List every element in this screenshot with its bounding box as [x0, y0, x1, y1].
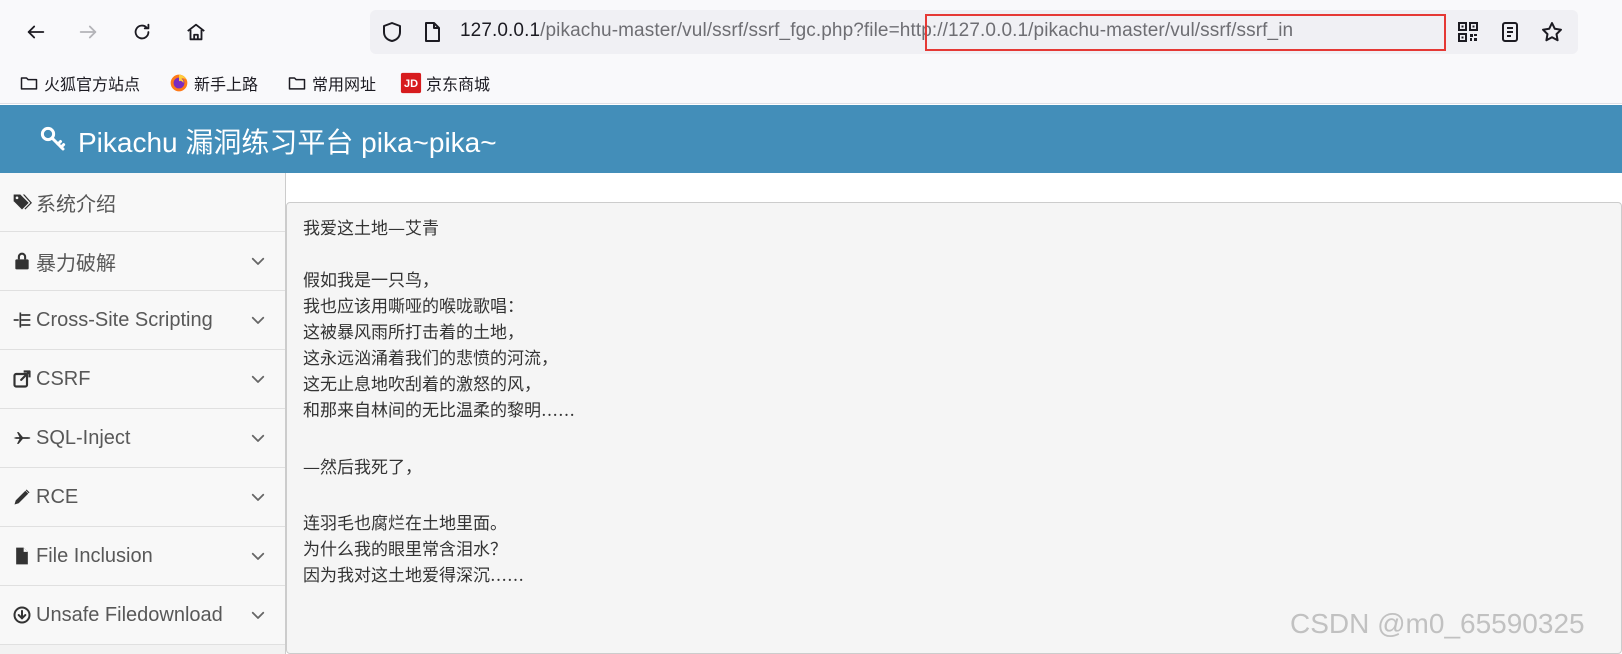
forward-icon[interactable]	[70, 14, 106, 50]
poem-line: 因为我对这土地爱得深沉……	[303, 566, 524, 586]
bookmark-label: 新手上路	[194, 75, 259, 94]
sidebar-item-rce[interactable]: RCE	[0, 468, 285, 527]
address-bar[interactable]: 127.0.0.1/pikachu-master/vul/ssrf/ssrf_f…	[370, 10, 1578, 54]
chevron-down-icon[interactable]	[249, 311, 267, 329]
sidebar-item-label: RCE	[36, 485, 79, 508]
star-icon[interactable]	[1540, 20, 1564, 44]
shield-icon[interactable]	[380, 20, 404, 44]
poem-line: 这永远汹涌着我们的悲愤的河流，	[303, 349, 558, 369]
bookmark-newbie[interactable]: 新手上路	[168, 70, 258, 96]
poem-line: 这无止息地吹刮着的激怒的风，	[303, 375, 541, 395]
download-circle-icon	[10, 603, 34, 627]
poem-line: 假如我是一只鸟，	[303, 271, 439, 291]
chevron-down-icon[interactable]	[249, 370, 267, 388]
chevron-down-icon[interactable]	[249, 547, 267, 565]
bookmarks-bar: 火狐官方站点 新手上路 常用网址 JD 京东商城	[0, 62, 1622, 104]
site-header: Pikachu 漏洞练习平台 pika~pika~	[0, 105, 1622, 173]
poem-line: —然后我死了，	[303, 458, 422, 478]
firefox-icon	[168, 72, 190, 94]
folder-icon	[286, 72, 308, 94]
chevron-down-icon[interactable]	[249, 488, 267, 506]
key-icon	[38, 124, 72, 158]
bookmark-jd[interactable]: JD 京东商城	[400, 70, 490, 96]
sidebar: 系统介绍 暴力破解 Cross-Site Scripting CSRF SQL-…	[0, 173, 286, 654]
qr-code-icon[interactable]	[1456, 20, 1480, 44]
sidebar-item-brute-force[interactable]: 暴力破解	[0, 232, 285, 291]
poem-line: 我也应该用嘶哑的喉咙歌唱：	[303, 297, 524, 317]
poem-title: 我爱这土地—艾青	[303, 219, 439, 239]
sidebar-item-file-inclusion[interactable]: File Inclusion	[0, 527, 285, 586]
reader-view-icon[interactable]	[1498, 20, 1522, 44]
poem-line: 为什么我的眼里常含泪水？	[303, 540, 507, 560]
sidebar-item-label: 系统介绍	[36, 193, 116, 216]
folder-icon	[18, 72, 40, 94]
browser-toolbar: 127.0.0.1/pikachu-master/vul/ssrf/ssrf_f…	[0, 0, 1622, 62]
chevron-down-icon[interactable]	[249, 606, 267, 624]
bookmark-common-sites[interactable]: 常用网址	[286, 70, 376, 96]
csdn-watermark: CSDN @m0_65590325	[1290, 608, 1585, 639]
site-title[interactable]: Pikachu 漏洞练习平台 pika~pika~	[38, 121, 497, 161]
chevron-down-icon[interactable]	[249, 429, 267, 447]
site-title-text: Pikachu 漏洞练习平台 pika~pika~	[78, 127, 497, 158]
url-host: 127.0.0.1	[460, 20, 541, 41]
sidebar-item-label: File Inclusion	[36, 544, 153, 567]
bookmark-label: 常用网址	[312, 75, 377, 94]
lock-icon	[10, 249, 34, 273]
page-icon[interactable]	[420, 20, 444, 44]
sidebar-item-label: 暴力破解	[36, 252, 116, 275]
url-query-highlight-box	[925, 14, 1446, 51]
sidebar-item-label: Unsafe Filedownload	[36, 603, 223, 626]
sidebar-item-label: SQL-Inject	[36, 426, 131, 449]
plane-icon	[10, 426, 34, 450]
sidebar-item-csrf[interactable]: CSRF	[0, 350, 285, 409]
file-icon	[10, 544, 34, 568]
sidebar-item-unsafe-filedownload[interactable]: Unsafe Filedownload	[0, 586, 285, 645]
list-tree-icon	[10, 308, 34, 332]
back-icon[interactable]	[18, 14, 54, 50]
sidebar-item-system-intro[interactable]: 系统介绍	[0, 173, 285, 232]
svg-text:JD: JD	[404, 78, 418, 90]
url-path: /pikachu-master/vul/ssrf/ssrf_fgc.php?	[540, 20, 864, 41]
poem-line: 和那来自林间的无比温柔的黎明……	[303, 401, 575, 421]
reload-icon[interactable]	[124, 14, 160, 50]
poem-output-box: 我爱这土地—艾青 假如我是一只鸟， 我也应该用嘶哑的喉咙歌唱： 这被暴风雨所打击…	[286, 202, 1622, 654]
chevron-down-icon[interactable]	[249, 252, 267, 270]
home-icon[interactable]	[178, 14, 214, 50]
external-link-icon	[10, 367, 34, 391]
poem-line: 连羽毛也腐烂在土地里面。	[303, 514, 507, 534]
poem-line: 这被暴风雨所打击着的土地，	[303, 323, 524, 343]
sidebar-item-sql-inject[interactable]: SQL-Inject	[0, 409, 285, 468]
tags-icon	[10, 190, 34, 214]
bookmark-huohu-official[interactable]: 火狐官方站点	[18, 70, 140, 96]
bookmark-label: 火狐官方站点	[44, 75, 141, 94]
pencil-icon	[10, 485, 34, 509]
jd-icon: JD	[400, 72, 422, 94]
bookmark-label: 京东商城	[426, 75, 491, 94]
sidebar-item-label: CSRF	[36, 367, 91, 390]
sidebar-item-xss[interactable]: Cross-Site Scripting	[0, 291, 285, 350]
sidebar-item-label: Cross-Site Scripting	[36, 308, 213, 331]
